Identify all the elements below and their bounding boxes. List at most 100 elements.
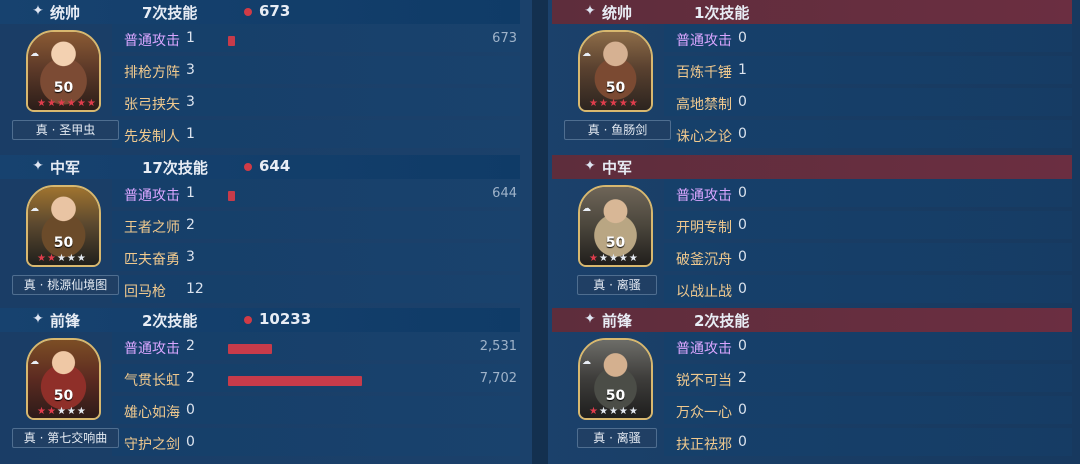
skill-name[interactable]: 高地禁制	[676, 94, 732, 114]
star-rating: ★★★★★	[37, 253, 87, 264]
hero-name-box[interactable]: 真 · 圣甲虫	[12, 120, 119, 140]
skill-name[interactable]: 先发制人	[124, 126, 180, 146]
star-rating: ★★★★★	[589, 98, 639, 109]
skill-row-bg	[112, 275, 520, 303]
skill-name[interactable]: 普通攻击	[124, 30, 180, 50]
left-section-1: ✦ 统帅 7次技能 673 普通攻击 1 673 排枪方阵 3 张弓挟矢 3 先发制人 1 ☁ 50 ★★★★…	[0, 0, 520, 152]
section-header: ✦ 前锋 2次技能	[552, 308, 1072, 332]
damage-dot-icon	[244, 8, 252, 16]
skill-count: 3	[186, 62, 195, 78]
right-section-1: ✦ 统帅 1次技能 普通攻击 0 百炼千锤 1 高地禁制 0 诛心之论 0 ☁ 50 ★★★★★ 真 · 鱼…	[552, 0, 1072, 152]
role-label: 前锋	[602, 312, 633, 330]
hero-name-box[interactable]: 真 · 第七交响曲	[12, 428, 119, 448]
skill-count: 0	[186, 402, 195, 418]
hero-level: 50	[53, 80, 74, 96]
hero-portrait[interactable]: ☁ 50 ★★★★★	[578, 185, 653, 267]
skill-name[interactable]: 普通攻击	[124, 338, 180, 358]
skill-count-summary: 2次技能	[142, 312, 198, 330]
skill-count: 2	[186, 370, 195, 386]
skill-name[interactable]: 普通攻击	[676, 338, 732, 358]
section-header: ✦ 中军	[552, 155, 1072, 179]
damage-bar	[228, 191, 235, 201]
cloud-icon: ☁	[582, 204, 591, 214]
hero-portrait[interactable]: ☁ 50 ★★★★★	[578, 30, 653, 112]
skill-name[interactable]: 回马枪	[124, 281, 166, 301]
skill-count: 3	[186, 94, 195, 110]
skill-count: 0	[738, 30, 747, 46]
skill-count: 1	[186, 126, 195, 142]
skill-name[interactable]: 万众一心	[676, 402, 732, 422]
damage-bar	[228, 344, 273, 354]
star-rating: ★★★★★★	[37, 98, 97, 109]
hero-portrait[interactable]: ☁ 50 ★★★★★	[26, 185, 101, 267]
cloud-icon: ☁	[30, 49, 39, 59]
left-section-2: ✦ 中军 17次技能 644 普通攻击 1 644 王者之师 2 匹夫奋勇 3 回马枪 12 ☁ 50 ★★★…	[0, 155, 520, 307]
skill-name[interactable]: 破釜沉舟	[676, 249, 732, 269]
hero-level: 50	[605, 388, 626, 404]
skill-damage-total: 673	[492, 31, 517, 46]
role-icon: ✦	[584, 3, 596, 19]
skill-name[interactable]: 排枪方阵	[124, 62, 180, 82]
hero-portrait[interactable]: ☁ 50 ★★★★★	[26, 338, 101, 420]
skill-name[interactable]: 普通攻击	[676, 30, 732, 50]
skill-name[interactable]: 锐不可当	[676, 370, 732, 390]
star-rating: ★★★★★	[589, 406, 639, 417]
skill-count: 0	[738, 281, 747, 297]
star-rating: ★★★★★	[589, 253, 639, 264]
hero-name-box[interactable]: 真 · 离骚	[577, 275, 657, 295]
damage-total: 10233	[259, 310, 312, 328]
role-label: 中军	[602, 159, 633, 177]
hero-level: 50	[53, 235, 74, 251]
hero-portrait[interactable]: ☁ 50 ★★★★★★	[26, 30, 101, 112]
hero-name-box[interactable]: 真 · 离骚	[577, 428, 657, 448]
skill-count: 1	[738, 62, 747, 78]
damage-dot-icon	[244, 163, 252, 171]
skill-count: 2	[186, 217, 195, 233]
skill-count: 12	[186, 281, 204, 297]
hero-portrait[interactable]: ☁ 50 ★★★★★	[578, 338, 653, 420]
skill-name[interactable]: 匹夫奋勇	[124, 249, 180, 269]
hero-level: 50	[53, 388, 74, 404]
skill-count: 3	[186, 249, 195, 265]
skill-damage-total: 7,702	[479, 371, 517, 386]
hero-name-box[interactable]: 真 · 鱼肠剑	[564, 120, 671, 140]
skill-count: 0	[738, 434, 747, 450]
cloud-icon: ☁	[582, 49, 591, 59]
damage-total: 673	[259, 2, 291, 20]
role-icon: ✦	[32, 311, 44, 327]
skill-name[interactable]: 雄心如海	[124, 402, 180, 422]
section-header: ✦ 前锋 2次技能 10233	[0, 308, 520, 332]
skill-count: 0	[186, 434, 195, 450]
hero-level: 50	[605, 235, 626, 251]
skill-name[interactable]: 王者之师	[124, 217, 180, 237]
skill-name[interactable]: 百炼千锤	[676, 62, 732, 82]
star-rating: ★★★★★	[37, 406, 87, 417]
skill-count: 0	[738, 338, 747, 354]
skill-name[interactable]: 诛心之论	[676, 126, 732, 146]
role-label: 统帅	[50, 4, 81, 22]
skill-count-summary: 17次技能	[142, 159, 208, 177]
skill-name[interactable]: 以战止战	[676, 281, 732, 301]
skill-name[interactable]: 普通攻击	[676, 185, 732, 205]
skill-count-summary: 1次技能	[694, 4, 750, 22]
skill-name[interactable]: 开明专制	[676, 217, 732, 237]
role-label: 前锋	[50, 312, 81, 330]
damage-dot-icon	[244, 316, 252, 324]
skill-name[interactable]: 普通攻击	[124, 185, 180, 205]
skill-name[interactable]: 气贯长虹	[124, 370, 180, 390]
skill-name[interactable]: 守护之剑	[124, 434, 180, 454]
section-header: ✦ 中军 17次技能 644	[0, 155, 520, 179]
skill-count: 0	[738, 402, 747, 418]
skill-count-summary: 2次技能	[694, 312, 750, 330]
skill-damage-total: 644	[492, 186, 517, 201]
skill-count: 0	[738, 94, 747, 110]
section-header: ✦ 统帅 7次技能 673	[0, 0, 520, 24]
damage-total: 644	[259, 157, 291, 175]
hero-name-box[interactable]: 真 · 桃源仙境图	[12, 275, 119, 295]
skill-name[interactable]: 张弓挟矢	[124, 94, 180, 114]
skill-name[interactable]: 扶正祛邪	[676, 434, 732, 454]
section-header: ✦ 统帅 1次技能	[552, 0, 1072, 24]
skill-count: 1	[186, 185, 195, 201]
cloud-icon: ☁	[582, 357, 591, 367]
damage-bar	[228, 36, 235, 46]
